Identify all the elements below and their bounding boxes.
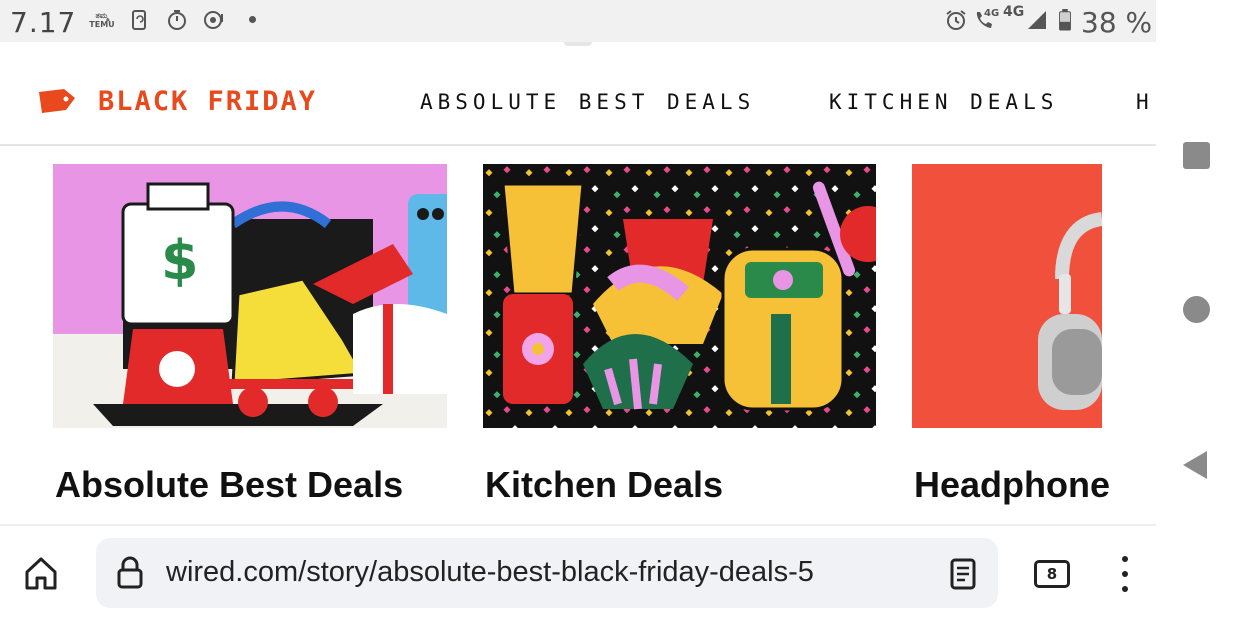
home-nav-icon[interactable] bbox=[1183, 296, 1210, 323]
status-time: 7.17 bbox=[10, 6, 77, 39]
audio-icon bbox=[204, 11, 223, 29]
illustration-kitchen-appliances bbox=[483, 164, 876, 428]
svg-text:$: $ bbox=[161, 229, 199, 292]
reader-mode-icon[interactable] bbox=[949, 558, 977, 590]
battery-icon bbox=[1059, 9, 1071, 31]
system-navigation-bar bbox=[1156, 0, 1238, 619]
pull-indicator bbox=[564, 42, 592, 46]
battery-percent: 38 % bbox=[1081, 6, 1153, 39]
alarm-icon bbox=[946, 10, 966, 30]
overflow-menu-icon[interactable] bbox=[1114, 556, 1136, 592]
notification-dot bbox=[249, 16, 256, 23]
nav-link-headphones[interactable]: H bbox=[1136, 90, 1154, 114]
recent-apps-icon[interactable] bbox=[1183, 142, 1210, 169]
card-image-kitchen-deals[interactable] bbox=[483, 164, 876, 428]
card-title[interactable]: Kitchen Deals bbox=[485, 464, 723, 506]
photo-headphones-on-red bbox=[912, 164, 1102, 428]
status-bar: 7.17 ತಮ್ಮ TEMU 4G 4G 38 % bbox=[0, 0, 1156, 42]
card-title[interactable]: Headphone bbox=[914, 464, 1110, 506]
black-friday-logo-link[interactable]: BLACK FRIDAY bbox=[98, 86, 317, 117]
tab-switcher-button[interactable]: 8 bbox=[1034, 560, 1070, 588]
temu-icon: ತಮ್ಮ TEMU bbox=[89, 11, 115, 29]
site-header: BLACK FRIDAY ABSOLUTE BEST DEALS KITCHEN… bbox=[0, 42, 1156, 146]
home-icon[interactable] bbox=[22, 554, 60, 592]
nav-link-kitchen-deals[interactable]: KITCHEN DEALS bbox=[829, 90, 1058, 114]
illustration-blender-skates-mixer: $ bbox=[53, 164, 447, 428]
deals-carousel: $ Absolute Best Deals Kitchen Deals Head… bbox=[0, 146, 1156, 524]
address-bar[interactable]: wired.com/story/absolute-best-black-frid… bbox=[96, 538, 998, 608]
phone-sync-icon bbox=[132, 10, 146, 30]
nav-link-absolute-best-deals[interactable]: ABSOLUTE BEST DEALS bbox=[420, 90, 755, 114]
lock-icon[interactable] bbox=[116, 556, 144, 590]
network-type: 4G bbox=[1003, 4, 1025, 20]
card-image-best-deals[interactable]: $ bbox=[53, 164, 447, 428]
network-type-small: 4G bbox=[984, 8, 1000, 19]
card-image-headphones[interactable] bbox=[912, 164, 1102, 428]
price-tag-icon bbox=[39, 89, 75, 113]
browser-toolbar: wired.com/story/absolute-best-black-frid… bbox=[0, 524, 1156, 619]
url-text[interactable]: wired.com/story/absolute-best-black-frid… bbox=[166, 556, 814, 589]
stopwatch-icon bbox=[168, 10, 186, 30]
card-title[interactable]: Absolute Best Deals bbox=[55, 464, 403, 506]
signal-icon bbox=[1028, 11, 1046, 29]
back-icon[interactable] bbox=[1183, 451, 1207, 479]
